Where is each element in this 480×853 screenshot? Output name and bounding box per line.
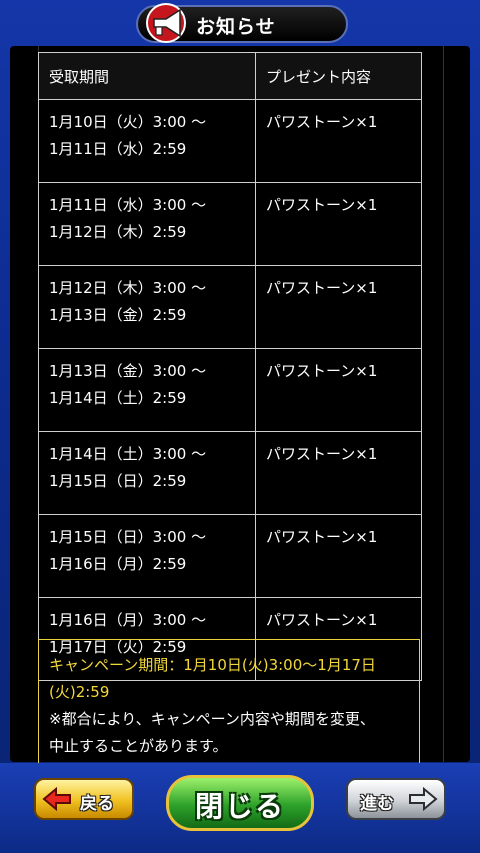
period-end: 1月11日（水）2:59 [49, 140, 187, 158]
present-cell: パワストーン×1 [255, 99, 422, 183]
campaign-period-line2: (火)2:59 [49, 683, 110, 701]
period-start: 1月11日（水）3:00 〜 [49, 196, 207, 214]
table-row: 1月13日（金）3:00 〜 1月14日（土）2:59 パワストーン×1 [38, 348, 422, 432]
close-button-label: 閉じる [194, 790, 285, 823]
present-table: 受取期間 プレゼント内容 1月10日（火）3:00 〜 1月11日（水）2:59… [38, 52, 422, 681]
notice-line2: 中止することがあります。 [49, 737, 228, 755]
present-cell: パワストーン×1 [255, 431, 422, 515]
period-end: 1月13日（金）2:59 [49, 306, 187, 324]
close-button[interactable]: 閉じる [166, 775, 314, 831]
page-title: お知らせ [196, 16, 276, 38]
arrow-right-icon [409, 787, 438, 811]
period-start: 1月12日（木）3:00 〜 [49, 279, 207, 297]
present-item: パワストーン×1 [266, 196, 378, 214]
period-start: 1月10日（火）3:00 〜 [49, 113, 207, 131]
present-cell: パワストーン×1 [255, 265, 422, 349]
present-item: パワストーン×1 [266, 445, 378, 463]
present-cell: パワストーン×1 [255, 514, 422, 598]
period-end: 1月16日（月）2:59 [49, 555, 187, 573]
present-item: パワストーン×1 [266, 611, 378, 629]
period-end: 1月14日（土）2:59 [49, 389, 187, 407]
notice-line1: ※都合により、キャンペーン内容や期間を変更、 [49, 710, 375, 728]
period-cell: 1月11日（水）3:00 〜 1月12日（木）2:59 [38, 182, 256, 266]
period-cell: 1月15日（日）3:00 〜 1月16日（月）2:59 [38, 514, 256, 598]
next-button-label: 進む [360, 794, 394, 814]
present-item: パワストーン×1 [266, 279, 378, 297]
table-row: 1月10日（火）3:00 〜 1月11日（水）2:59 パワストーン×1 [38, 99, 422, 183]
period-start: 1月14日（土）3:00 〜 [49, 445, 207, 463]
period-start: 1月16日（月）3:00 〜 [49, 611, 207, 629]
table-header-period: 受取期間 [38, 52, 256, 100]
back-button[interactable]: 戻る [34, 778, 134, 820]
period-end: 1月12日（木）2:59 [49, 223, 187, 241]
period-cell: 1月10日（火）3:00 〜 1月11日（水）2:59 [38, 99, 256, 183]
megaphone-icon [146, 3, 186, 43]
present-item: パワストーン×1 [266, 528, 378, 546]
table-row: 1月14日（土）3:00 〜 1月15日（日）2:59 パワストーン×1 [38, 431, 422, 515]
campaign-notice: キャンペーン期間：1月10日(火)3:00〜1月17日 (火)2:59 ※都合に… [38, 639, 420, 779]
period-cell: 1月12日（木）3:00 〜 1月13日（金）2:59 [38, 265, 256, 349]
table-header-present: プレゼント内容 [255, 52, 422, 100]
period-start: 1月15日（日）3:00 〜 [49, 528, 207, 546]
campaign-period-line1: キャンペーン期間：1月10日(火)3:00〜1月17日 [49, 656, 376, 674]
next-button[interactable]: 進む [346, 778, 446, 820]
present-cell: パワストーン×1 [255, 182, 422, 266]
period-cell: 1月14日（土）3:00 〜 1月15日（日）2:59 [38, 431, 256, 515]
period-start: 1月13日（金）3:00 〜 [49, 362, 207, 380]
present-cell: パワストーン×1 [255, 348, 422, 432]
present-item: パワストーン×1 [266, 113, 378, 131]
present-item: パワストーン×1 [266, 362, 378, 380]
period-cell: 1月13日（金）3:00 〜 1月14日（土）2:59 [38, 348, 256, 432]
table-header-row: 受取期間 プレゼント内容 [38, 52, 422, 100]
table-row: 1月11日（水）3:00 〜 1月12日（木）2:59 パワストーン×1 [38, 182, 422, 266]
arrow-left-icon [42, 787, 71, 811]
period-end: 1月15日（日）2:59 [49, 472, 187, 490]
back-button-label: 戻る [80, 794, 114, 814]
table-row: 1月12日（木）3:00 〜 1月13日（金）2:59 パワストーン×1 [38, 265, 422, 349]
table-row: 1月15日（日）3:00 〜 1月16日（月）2:59 パワストーン×1 [38, 514, 422, 598]
